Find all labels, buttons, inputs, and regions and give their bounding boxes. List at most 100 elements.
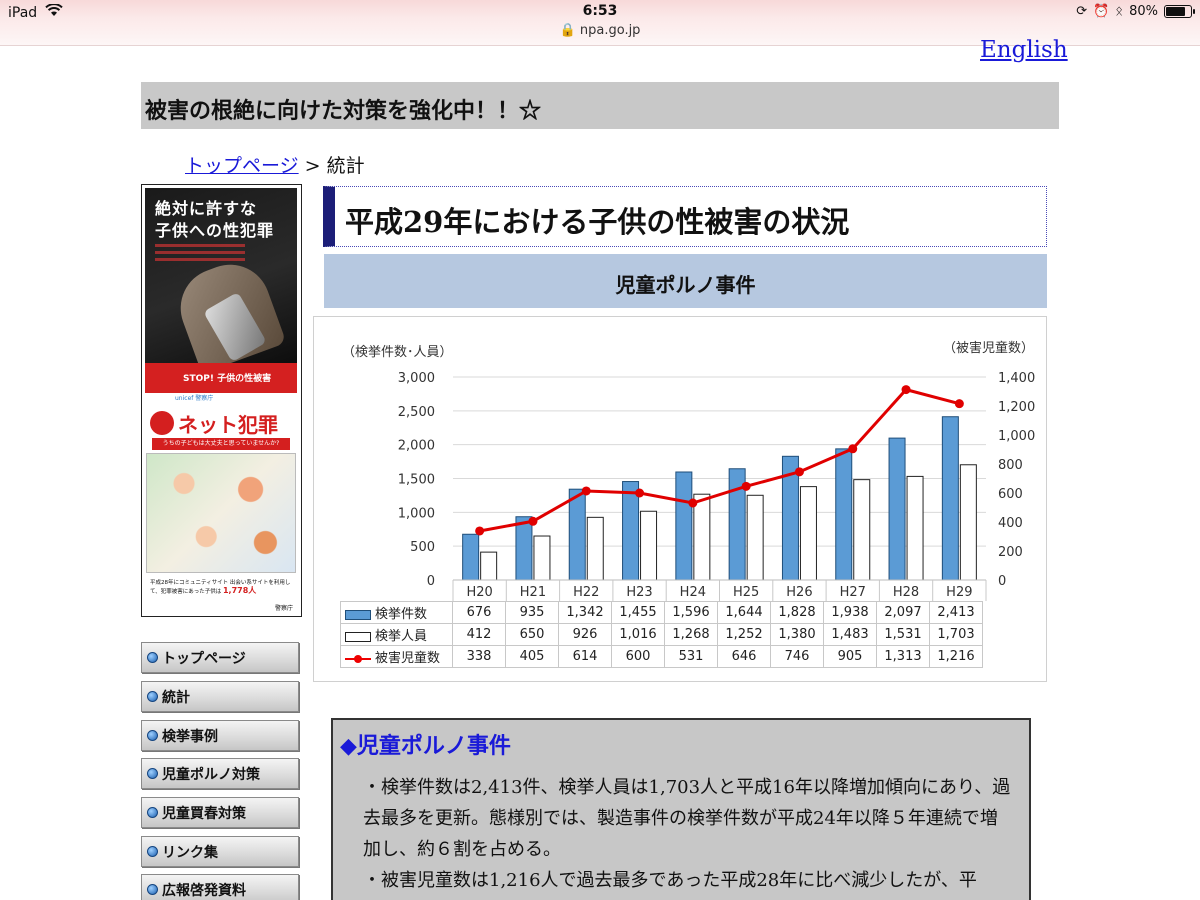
table-row-cases: 検挙件数 676 935 1,342 1,455 1,596 1,644 1,828 1,93… xyxy=(340,601,983,624)
bar-persons xyxy=(586,516,604,581)
right-tick-label: 0 xyxy=(998,574,1006,589)
data-label: 1,313 xyxy=(876,645,930,668)
bar-persons xyxy=(799,486,817,581)
data-label: 1,531 xyxy=(876,623,930,646)
right-tick-label: 800 xyxy=(998,458,1023,473)
point-victims xyxy=(954,399,964,409)
statistics-chart: （検挙件数･人員） （被害児童数） 0 500 1,000 1,500 2,000 2,500… xyxy=(313,316,1047,682)
campaign-poster[interactable]: 絶対に許すな 子供への性犯罪 STOP! 子供の性被害 unicef 警察庁 ネ… xyxy=(141,184,302,617)
section-heading: 児童ポルノ事件 xyxy=(324,254,1047,308)
poster-net-subtitle: うちの子どもは大丈夫と思っていませんか? xyxy=(152,438,290,450)
data-label: 1,644 xyxy=(717,601,771,624)
bar-cases xyxy=(941,416,959,581)
category-label: H25 xyxy=(733,585,759,600)
nav-statistics[interactable]: 統計 xyxy=(141,681,299,712)
right-tick-label: 1,200 xyxy=(998,400,1035,415)
left-tick-label: 1,500 xyxy=(398,473,435,488)
bar-persons xyxy=(959,464,977,581)
bullet-icon xyxy=(147,691,158,702)
english-link[interactable]: English xyxy=(980,37,1068,63)
data-label: 676 xyxy=(452,601,506,624)
data-label: 338 xyxy=(452,645,506,668)
legend-swatch-line-red xyxy=(345,654,371,664)
bullet-icon xyxy=(147,884,158,895)
nav-links[interactable]: リンク集 xyxy=(141,836,299,867)
clock: 6:53 xyxy=(582,3,618,19)
data-label: 1,342 xyxy=(558,601,612,624)
bar-cases xyxy=(675,471,693,581)
data-label: 1,828 xyxy=(770,601,824,624)
address-bar[interactable]: 🔒 npa.go.jp xyxy=(0,23,1200,38)
data-label: 614 xyxy=(558,645,612,668)
nav-arrest-cases[interactable]: 検挙事例 xyxy=(141,720,299,751)
right-tick-label: 400 xyxy=(998,516,1023,531)
nav-label: 統計 xyxy=(162,689,190,706)
nav-child-prostitution-measures[interactable]: 児童買春対策 xyxy=(141,797,299,828)
poster-agency: 警察庁 xyxy=(274,605,293,612)
data-label: 926 xyxy=(558,623,612,646)
category-label: H27 xyxy=(840,585,866,600)
legend-cases: 検挙件数 xyxy=(340,601,453,624)
poster-title: 絶対に許すな 子供への性犯罪 xyxy=(155,198,274,242)
data-label: 1,380 xyxy=(770,623,824,646)
left-tick-label: 2,500 xyxy=(398,405,435,420)
nav-child-porn-measures[interactable]: 児童ポルノ対策 xyxy=(141,758,299,789)
page-title: 平成29年における子供の性被害の状況 xyxy=(323,186,1047,247)
bar-cases xyxy=(888,437,906,581)
bar-cases xyxy=(835,448,853,581)
poster-title-line2: 子供への性犯罪 xyxy=(155,221,275,240)
breadcrumb-separator: > xyxy=(298,155,327,177)
point-victims xyxy=(901,385,911,395)
right-tick-label: 200 xyxy=(998,545,1023,560)
bar-persons xyxy=(746,494,764,581)
data-label: 935 xyxy=(505,601,559,624)
chart-data-table: 検挙件数 676 935 1,342 1,455 1,596 1,644 1,828 1,93… xyxy=(340,601,983,668)
category-label: H28 xyxy=(893,585,919,600)
summary-paragraph-1: ・検挙件数は2,413件、検挙人員は1,703人と平成16年以降増加傾向にあり、… xyxy=(363,777,1011,860)
data-label: 531 xyxy=(664,645,718,668)
poster-bottom-count: 1,778人 xyxy=(222,586,257,595)
legend-persons: 検挙人員 xyxy=(340,623,453,646)
page-banner: 被害の根絶に向けた対策を強化中！！☆ xyxy=(141,82,1059,129)
poster-stop-band: STOP! 子供の性被害 xyxy=(145,363,297,393)
point-victims xyxy=(741,481,751,491)
poster-bottom-caption: 平成28年にコミュニティサイト 出会い系サイトを利用して、犯罪被害にあった子供は xyxy=(150,580,291,595)
data-label: 646 xyxy=(717,645,771,668)
nav-label: 児童買春対策 xyxy=(162,805,246,822)
summary-heading: ◆児童ポルノ事件 xyxy=(340,733,511,759)
data-label: 1,455 xyxy=(611,601,665,624)
breadcrumb-top-link[interactable]: トップページ xyxy=(185,155,299,177)
nav-pr-materials[interactable]: 広報啓発資料 xyxy=(141,874,299,900)
summary-box: ◆児童ポルノ事件 ・検挙件数は2,413件、検挙人員は1,703人と平成16年以… xyxy=(331,718,1031,900)
bullet-icon xyxy=(147,730,158,741)
legend-label: 被害児童数 xyxy=(375,651,441,666)
bluetooth-icon: ᛟ xyxy=(1115,4,1124,19)
data-label: 1,938 xyxy=(823,601,877,624)
summary-paragraph-2: ・被害児童数は1,216人で過去最多であった平成28年に比べ減少したが、平 xyxy=(363,870,977,891)
battery-level xyxy=(1166,7,1186,16)
data-label: 1,483 xyxy=(823,623,877,646)
nav-label: 広報啓発資料 xyxy=(162,882,246,899)
data-label: 905 xyxy=(823,645,877,668)
nav-top-page[interactable]: トップページ xyxy=(141,642,299,673)
bar-persons xyxy=(480,551,498,581)
legend-label: 検挙件数 xyxy=(375,607,428,622)
table-row-persons: 検挙人員 412 650 926 1,016 1,268 1,252 1,380 1,483 1… xyxy=(340,623,983,646)
point-victims xyxy=(475,526,485,536)
left-tick-label: 500 xyxy=(410,540,435,555)
bar-persons xyxy=(640,510,658,581)
lock-icon: 🔒 xyxy=(559,23,576,38)
battery-icon xyxy=(1164,5,1195,18)
breadcrumb: トップページ > 統計 xyxy=(185,151,365,178)
left-tick-label: 2,000 xyxy=(398,439,435,454)
point-victims xyxy=(528,516,538,526)
left-axis-title: （検挙件数･人員） xyxy=(342,345,453,360)
data-label: 2,097 xyxy=(876,601,930,624)
table-row-victims: 被害児童数 338 405 614 600 531 646 746 905 1,313 1,216 xyxy=(340,645,983,668)
legend-label: 検挙人員 xyxy=(375,629,428,644)
bar-persons xyxy=(533,535,551,581)
data-label: 1,216 xyxy=(929,645,983,668)
bar-persons xyxy=(906,475,924,581)
data-label: 650 xyxy=(505,623,559,646)
url-text: npa.go.jp xyxy=(579,23,641,38)
